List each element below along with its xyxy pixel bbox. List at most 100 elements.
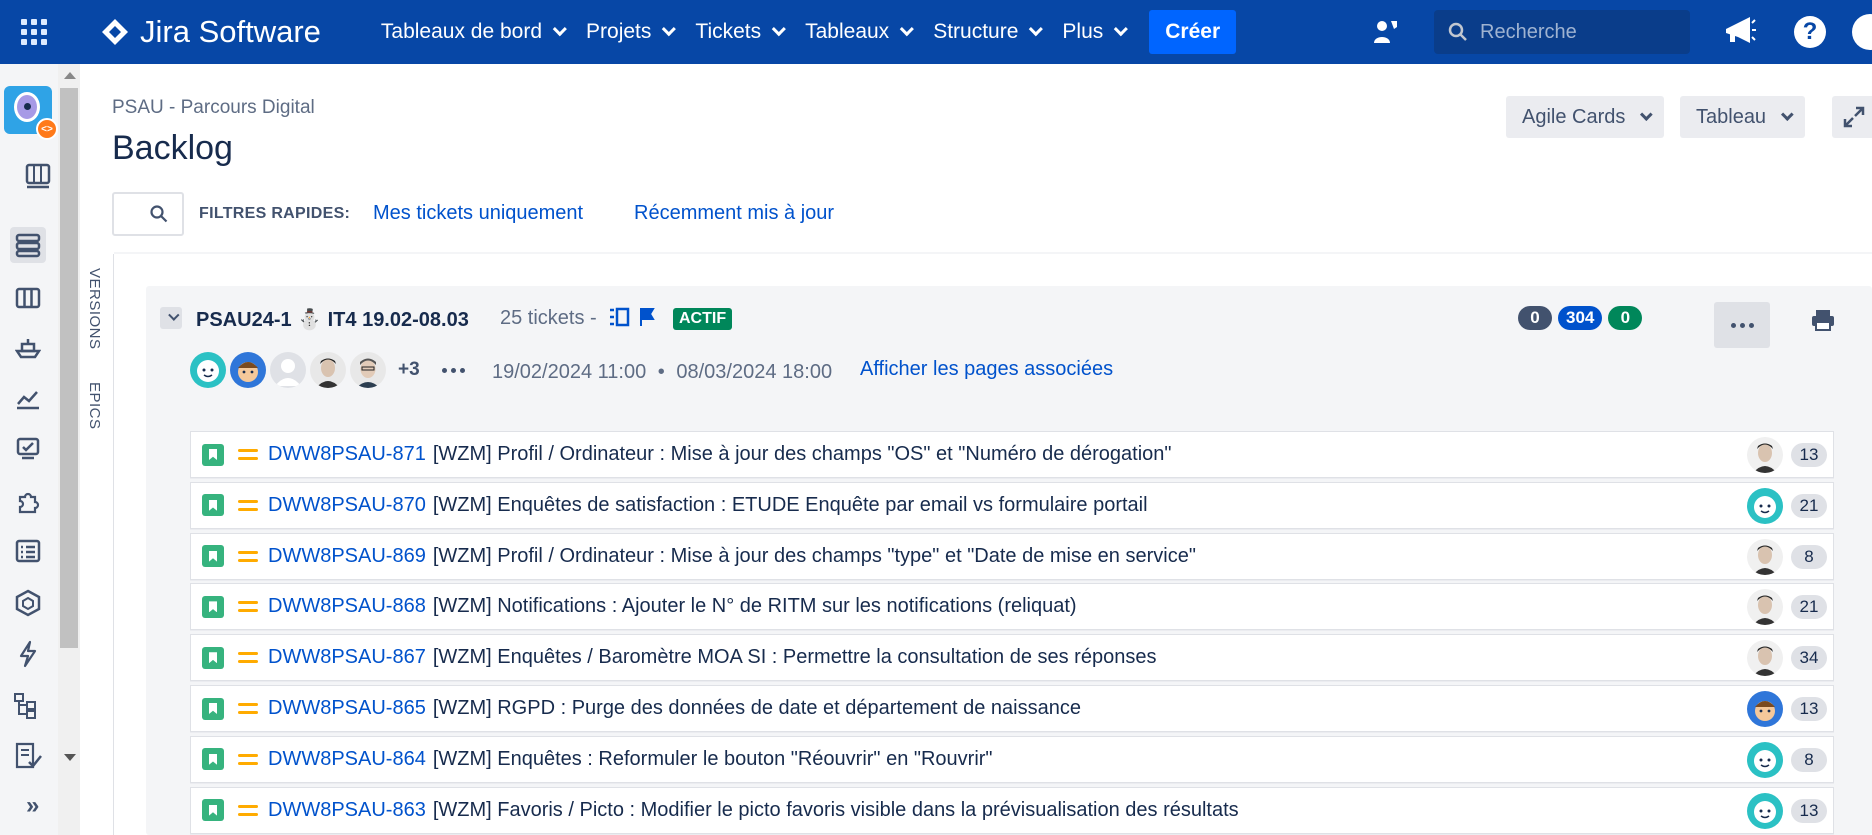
sprint-collapse-toggle[interactable]: [160, 307, 182, 329]
checklist-icon[interactable]: [10, 533, 46, 569]
issue-summary: [WZM] Enquêtes : Reformuler le bouton "R…: [432, 747, 993, 770]
create-button[interactable]: Créer: [1149, 10, 1237, 54]
assignee-avatar[interactable]: [230, 352, 266, 388]
issue-key[interactable]: DWW8PSAU-864: [268, 748, 426, 771]
brand-name: Jira Software: [140, 14, 321, 49]
chevron-down-icon: [1114, 22, 1129, 37]
sprint-more-button[interactable]: [1714, 302, 1770, 348]
nav-issues[interactable]: Tickets: [683, 0, 793, 64]
filter-my-issues[interactable]: Mes tickets uniquement: [373, 202, 583, 225]
columns-icon[interactable]: [10, 280, 46, 316]
issue-assignee-avatar[interactable]: [1747, 640, 1783, 677]
nav-boards[interactable]: Tableaux: [793, 0, 921, 64]
sprint-name[interactable]: PSAU24-1 ⛄ IT4 19.02-08.03: [196, 307, 469, 332]
side-tabs: VERSIONS EPICS: [82, 254, 114, 835]
nav-projects-label: Projets: [586, 20, 652, 43]
expand-sidebar-icon[interactable]: »: [26, 792, 39, 820]
breadcrumb[interactable]: PSAU - Parcours Digital: [112, 97, 315, 119]
issue-key[interactable]: DWW8PSAU-869: [268, 545, 426, 568]
issue-key[interactable]: DWW8PSAU-865: [268, 697, 426, 720]
story-type-icon: [202, 443, 224, 466]
people-icon[interactable]: [1366, 12, 1406, 52]
quick-filters-label: FILTRES RAPIDES:: [199, 205, 351, 222]
hierarchy-icon[interactable]: [10, 688, 46, 724]
board-select-button[interactable]: Tableau: [1680, 96, 1806, 138]
issue-row[interactable]: DWW8PSAU-865 [WZM] RGPD : Purge des donné…: [190, 685, 1834, 732]
issue-row[interactable]: DWW8PSAU-868 [WZM] Notifications : Ajoute…: [190, 583, 1834, 631]
board-icon[interactable]: [20, 158, 56, 194]
issue-row[interactable]: DWW8PSAU-867 [WZM] Enquêtes / Baromètre M…: [190, 634, 1834, 682]
package-icon[interactable]: [10, 585, 46, 621]
extra-assignees-count[interactable]: +3: [398, 359, 420, 381]
issue-key[interactable]: DWW8PSAU-868: [268, 595, 426, 618]
help-icon[interactable]: ?: [1790, 12, 1830, 52]
search-input[interactable]: Recherche: [1434, 10, 1690, 54]
filter-recently-updated[interactable]: Récemment mis à jour: [634, 202, 834, 225]
issue-assignee-avatar[interactable]: [1747, 691, 1783, 727]
assignees-more-icon[interactable]: [441, 367, 465, 373]
megaphone-icon[interactable]: [1720, 12, 1760, 52]
agile-cards-button[interactable]: Agile Cards: [1506, 96, 1665, 138]
app-switcher-icon[interactable]: [0, 0, 68, 64]
issue-assignee-avatar[interactable]: [1747, 437, 1783, 473]
tab-versions[interactable]: VERSIONS: [86, 268, 103, 350]
sprint-assignees: +3: [190, 352, 465, 388]
story-type-icon: [202, 545, 224, 568]
user-avatar[interactable]: [1852, 12, 1872, 52]
issue-assignee-avatar[interactable]: [1747, 792, 1783, 829]
project-avatar[interactable]: <>: [4, 86, 58, 140]
document-check-icon[interactable]: [10, 738, 46, 774]
story-points-badge: 21: [1791, 595, 1827, 620]
issue-assignee-avatar[interactable]: [1747, 538, 1783, 575]
assignee-avatar[interactable]: [310, 352, 346, 388]
jira-logo[interactable]: Jira Software: [100, 14, 321, 50]
nav-more[interactable]: Plus: [1050, 0, 1135, 64]
issue-assignee-avatar[interactable]: [1747, 741, 1783, 778]
board-select-label: Tableau: [1696, 105, 1767, 128]
story-type-icon: [202, 799, 224, 822]
assignee-avatar[interactable]: [350, 352, 386, 388]
associated-pages-link[interactable]: Afficher les pages associées: [860, 358, 1113, 381]
sidebar-scrollbar-thumb[interactable]: [60, 88, 78, 648]
nav-more-label: Plus: [1062, 20, 1104, 43]
issue-key[interactable]: DWW8PSAU-867: [268, 646, 426, 669]
issue-summary: [WZM] Notifications : Ajouter le N° de R…: [432, 595, 1077, 618]
flag-icon[interactable]: [638, 307, 656, 327]
reports-icon[interactable]: [10, 381, 46, 417]
assignee-avatar[interactable]: [190, 352, 226, 388]
tab-epics[interactable]: EPICS: [86, 382, 103, 430]
issue-row[interactable]: DWW8PSAU-871 [WZM] Profil / Ordinateur : …: [190, 431, 1834, 478]
issue-key[interactable]: DWW8PSAU-871: [268, 443, 426, 466]
puzzle-icon[interactable]: [10, 484, 46, 520]
issue-assignee-avatar[interactable]: [1747, 487, 1783, 524]
story-type-icon: [202, 494, 224, 517]
priority-medium-icon: [238, 804, 258, 816]
print-icon[interactable]: [1810, 308, 1836, 337]
scroll-up-arrow-icon[interactable]: [64, 72, 76, 79]
ship-icon[interactable]: [10, 330, 46, 366]
issue-meta: 34: [1747, 640, 1827, 677]
issue-row[interactable]: DWW8PSAU-863 [WZM] Favoris / Picto : Modi…: [190, 786, 1834, 834]
monitor-icon[interactable]: [10, 431, 46, 467]
nav-projects[interactable]: Projets: [574, 0, 683, 64]
issue-assignee-avatar[interactable]: [1747, 589, 1783, 626]
backlog-icon[interactable]: [10, 227, 46, 263]
issue-key[interactable]: DWW8PSAU-870: [268, 494, 426, 517]
issue-row[interactable]: DWW8PSAU-870 [WZM] Enquêtes de satisfacti…: [190, 481, 1834, 529]
story-type-icon: [202, 595, 224, 618]
issue-row[interactable]: DWW8PSAU-869 [WZM] Profil / Ordinateur : …: [190, 532, 1834, 580]
nav-structure[interactable]: Structure: [921, 0, 1050, 64]
issue-summary: [WZM] Enquêtes de satisfaction : ETUDE E…: [432, 493, 1148, 516]
scroll-down-arrow-icon[interactable]: [64, 754, 76, 761]
assignee-avatar[interactable]: [270, 352, 306, 388]
issue-key[interactable]: DWW8PSAU-863: [268, 799, 426, 822]
issue-row[interactable]: DWW8PSAU-864 [WZM] Enquêtes : Reformuler …: [190, 735, 1834, 783]
filter-search-input[interactable]: [112, 192, 184, 236]
fullscreen-button[interactable]: [1832, 96, 1872, 138]
chevron-down-icon: [662, 22, 677, 37]
sprint-icons: [608, 307, 656, 327]
sprint-board-icon[interactable]: [608, 307, 630, 327]
lightning-icon[interactable]: [10, 636, 46, 672]
sprint-start-date: 19/02/2024 11:00: [492, 361, 647, 383]
nav-dashboards[interactable]: Tableaux de bord: [369, 0, 574, 64]
